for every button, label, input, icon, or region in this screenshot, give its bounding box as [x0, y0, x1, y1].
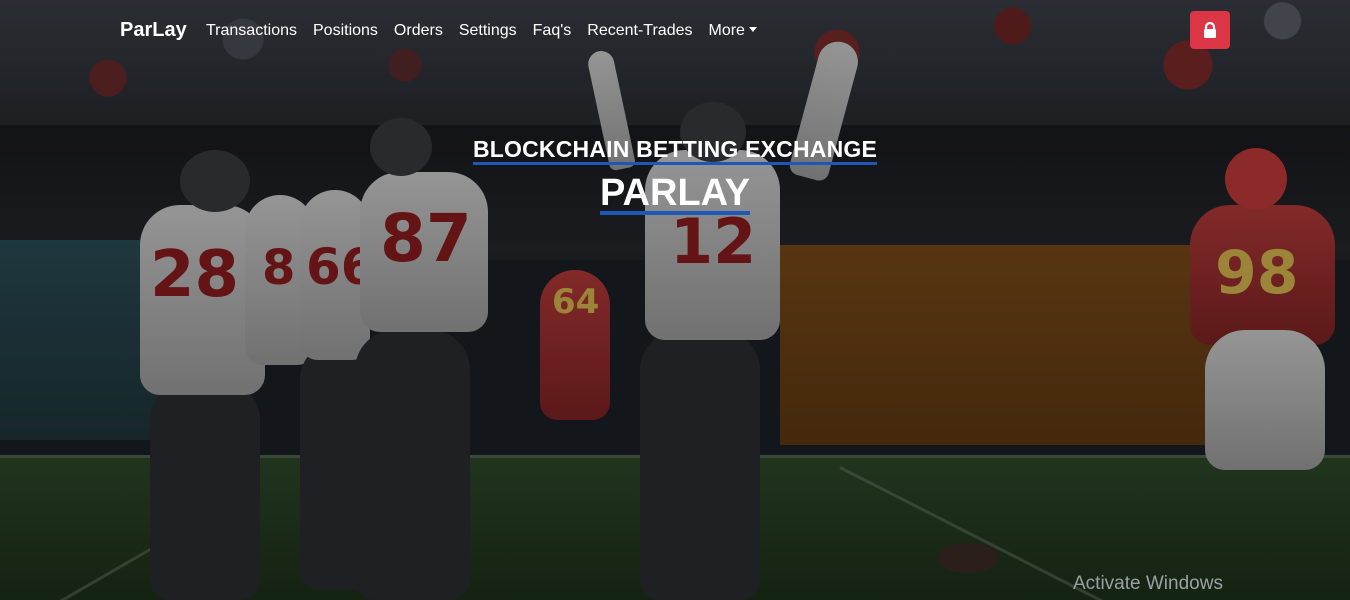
lock-button[interactable]	[1190, 11, 1230, 49]
hero-subtitle: BLOCKCHAIN BETTING EXCHANGE	[472, 136, 878, 162]
caret-down-icon	[748, 27, 757, 32]
nav-link-positions[interactable]: Positions	[313, 22, 378, 40]
top-navbar: ParLay Transactions Positions Orders Set…	[0, 0, 1350, 62]
nav-more-label: More	[708, 22, 745, 39]
hero-background-image: 28 8 66 87 12 64 98	[0, 0, 1350, 600]
hero-title: PARLAY	[600, 172, 750, 214]
brand-logo[interactable]: ParLay	[120, 19, 187, 42]
nav-link-recent-trades[interactable]: Recent-Trades	[587, 22, 692, 40]
hero-subtitle-wrap: BLOCKCHAIN BETTING EXCHANGE	[0, 136, 1350, 163]
nav-link-settings[interactable]: Settings	[459, 22, 517, 40]
lock-icon	[1204, 22, 1216, 38]
nav-link-orders[interactable]: Orders	[394, 22, 443, 40]
nav-link-transactions[interactable]: Transactions	[206, 22, 297, 40]
dark-overlay	[0, 0, 1350, 600]
nav-dropdown-more[interactable]: More	[709, 22, 757, 40]
activate-windows-watermark: Activate Windows	[1073, 573, 1223, 594]
nav-links: Transactions Positions Orders Settings F…	[206, 22, 757, 40]
hero-title-wrap: PARLAY	[0, 172, 1350, 215]
nav-link-faqs[interactable]: Faq's	[533, 22, 572, 40]
